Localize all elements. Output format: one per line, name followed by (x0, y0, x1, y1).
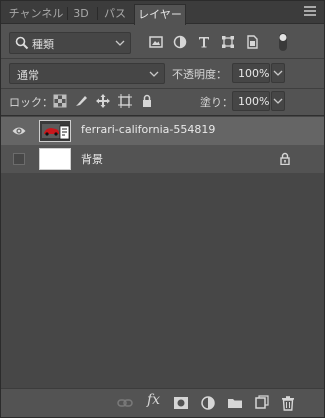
visibility-toggle[interactable] (13, 153, 25, 165)
opacity-slider-button[interactable] (271, 63, 285, 83)
fill-label: 塗り： (200, 96, 233, 109)
tab-separator (67, 7, 68, 20)
chevron-down-icon (273, 70, 283, 76)
layers-list: ferrari-california-554819 背景 (1, 115, 324, 388)
tab-layers[interactable]: レイヤー (134, 4, 186, 25)
delete-layer-icon[interactable] (280, 395, 296, 411)
lock-image-pixels-icon[interactable] (74, 94, 88, 108)
opacity-value: 100% (238, 67, 270, 80)
tab-separator (97, 7, 98, 20)
adjustment-layer-icon[interactable] (200, 395, 216, 411)
tab-3d[interactable]: 3D (69, 4, 93, 24)
fx-icon[interactable]: fx (147, 392, 160, 408)
shape-filter-icon[interactable] (221, 35, 235, 49)
new-group-icon[interactable] (227, 395, 243, 411)
search-icon (15, 36, 29, 50)
layer-row[interactable]: 背景 (1, 145, 324, 173)
lock-position-icon[interactable] (96, 94, 110, 108)
lock-transparent-pixels-icon[interactable] (53, 94, 67, 108)
filter-toggle-icon[interactable] (277, 32, 289, 52)
lock-artboard-icon[interactable] (118, 94, 132, 108)
lock-all-icon[interactable] (140, 94, 154, 108)
blend-mode-dropdown[interactable]: 通常 (9, 63, 165, 84)
layers-bottom-bar: fx (1, 388, 324, 417)
layer-name[interactable]: 背景 (81, 151, 103, 167)
layer-row[interactable]: ferrari-california-554819 (1, 117, 324, 145)
divider (1, 58, 324, 59)
layer-name[interactable]: ferrari-california-554819 (81, 123, 215, 136)
tab-paths[interactable]: パス (100, 4, 130, 24)
tab-channels[interactable]: チャンネル (7, 4, 65, 24)
opacity-input[interactable]: 100% (232, 63, 270, 83)
filter-kind-dropdown[interactable]: 種類 (9, 32, 131, 54)
blend-mode-label: 通常 (17, 69, 39, 82)
layer-thumbnail (39, 148, 71, 170)
smart-object-filter-icon[interactable] (245, 35, 259, 49)
fill-slider-button[interactable] (271, 91, 285, 111)
chevron-down-icon (115, 40, 125, 46)
lock-icon (280, 152, 290, 165)
divider (1, 88, 324, 89)
adjustment-filter-icon[interactable] (173, 35, 187, 49)
fill-input[interactable]: 100% (232, 91, 270, 111)
image-filter-icon[interactable] (149, 35, 163, 49)
add-mask-icon[interactable] (173, 395, 189, 411)
filter-kind-label: 種類 (32, 38, 54, 51)
link-layers-icon[interactable] (117, 395, 133, 411)
layers-panel: チャンネル 3D パス レイヤー 種類 通常 不透明度： 100% ロック： 塗… (0, 0, 325, 418)
new-layer-icon[interactable] (253, 395, 269, 411)
lock-label: ロック： (9, 96, 53, 109)
fill-value: 100% (238, 95, 270, 108)
panel-tab-bar: チャンネル 3D パス レイヤー (1, 1, 324, 25)
chevron-down-icon (273, 98, 283, 104)
opacity-label: 不透明度： (172, 68, 227, 81)
layer-thumbnail (39, 120, 71, 142)
chevron-down-icon (149, 71, 159, 77)
panel-menu-icon[interactable] (304, 6, 316, 18)
eye-icon[interactable] (12, 125, 26, 137)
type-filter-icon[interactable] (197, 35, 211, 49)
